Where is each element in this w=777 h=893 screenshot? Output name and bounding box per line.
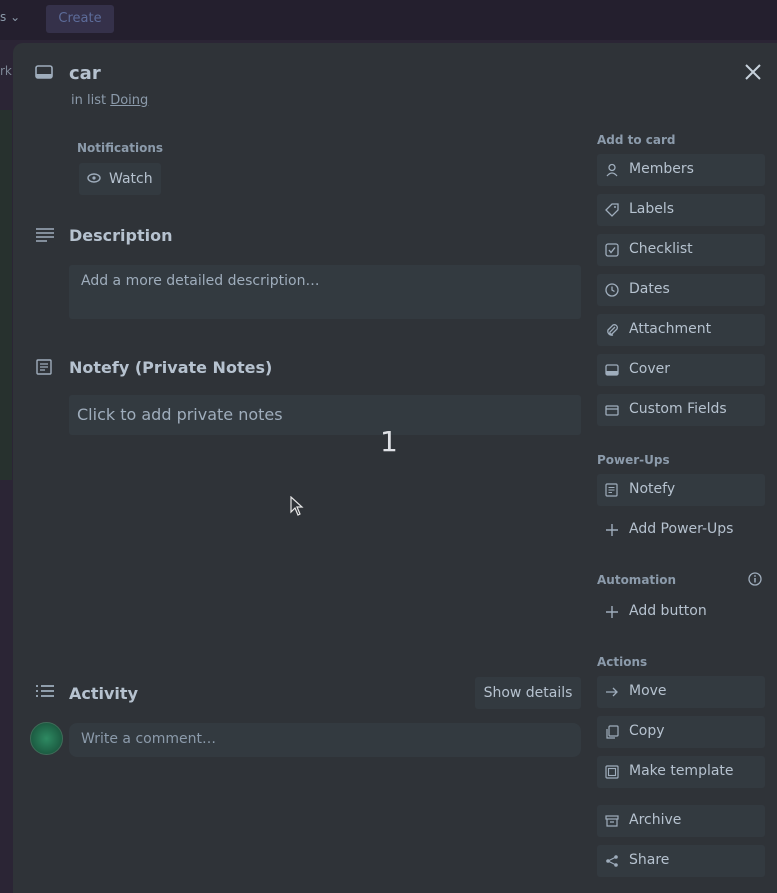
move-button[interactable]: Move	[597, 676, 765, 708]
share-label: Share	[629, 852, 670, 868]
members-label: Members	[629, 161, 694, 177]
arrow-right-icon	[606, 687, 618, 697]
card-list-info: in list Doing	[71, 93, 148, 108]
attachment-button[interactable]: Attachment	[597, 314, 765, 346]
archive-button[interactable]: Archive	[597, 805, 765, 837]
add-to-card-label: Add to card	[597, 133, 676, 147]
cover-icon	[605, 364, 619, 376]
plus-icon	[606, 524, 618, 536]
move-label: Move	[629, 683, 667, 699]
board-partial-label: rk	[0, 64, 12, 78]
avatar[interactable]	[30, 722, 63, 755]
archive-label: Archive	[629, 812, 682, 828]
notefy-label: Notefy	[629, 481, 676, 497]
description-placeholder: Add a more detailed description…	[81, 273, 320, 289]
add-powerups-button[interactable]: Add Power-Ups	[597, 514, 765, 546]
notefy-icon	[605, 483, 618, 497]
dates-button[interactable]: Dates	[597, 274, 765, 306]
share-button[interactable]: Share	[597, 845, 765, 877]
copy-icon	[606, 725, 619, 739]
plus-icon	[606, 606, 618, 618]
activity-title: Activity	[69, 684, 138, 703]
mouse-cursor-icon	[290, 496, 304, 516]
make-template-button[interactable]: Make template	[597, 756, 765, 788]
show-details-button[interactable]: Show details	[475, 677, 581, 709]
checkbox-icon	[605, 243, 619, 257]
checklist-label: Checklist	[629, 241, 693, 257]
watch-button[interactable]: Watch	[79, 163, 161, 195]
clock-icon	[605, 283, 619, 297]
share-icon	[606, 855, 618, 867]
comment-placeholder: Write a comment…	[81, 731, 216, 747]
add-powerups-label: Add Power-Ups	[629, 521, 734, 537]
custom-fields-button[interactable]: Custom Fields	[597, 394, 765, 426]
card-title[interactable]: car	[69, 63, 101, 84]
template-icon	[605, 765, 619, 779]
info-icon[interactable]	[748, 572, 762, 586]
watch-label: Watch	[109, 171, 153, 187]
activity-icon	[36, 685, 54, 697]
description-icon	[36, 228, 54, 242]
in-list-prefix: in list	[71, 93, 111, 108]
notifications-label: Notifications	[77, 141, 164, 155]
archive-icon	[605, 815, 619, 827]
close-icon[interactable]	[743, 62, 763, 82]
actions-label: Actions	[597, 655, 648, 669]
private-notes-editor[interactable]: Click to add private notes	[69, 395, 581, 435]
notefy-button[interactable]: Notefy	[597, 474, 765, 506]
card-detail-modal: car in list Doing Notifications Watch De…	[13, 43, 777, 893]
description-editor[interactable]: Add a more detailed description…	[69, 265, 581, 319]
chevron-down-icon[interactable]: s ⌄	[0, 10, 20, 24]
checklist-button[interactable]: Checklist	[597, 234, 765, 266]
powerups-label: Power-Ups	[597, 453, 670, 467]
add-button-label: Add button	[629, 603, 707, 619]
comment-input[interactable]: Write a comment…	[69, 723, 581, 757]
notefy-title: Notefy (Private Notes)	[69, 358, 273, 377]
list-link[interactable]: Doing	[110, 93, 148, 108]
attachment-label: Attachment	[629, 321, 712, 337]
automation-label: Automation	[597, 573, 677, 587]
custom-fields-icon	[605, 405, 619, 416]
labels-label: Labels	[629, 201, 675, 217]
board-list-strip	[0, 110, 12, 480]
labels-button[interactable]: Labels	[597, 194, 765, 226]
cover-button[interactable]: Cover	[597, 354, 765, 386]
private-notes-placeholder: Click to add private notes	[77, 405, 283, 424]
notefy-section-icon	[36, 359, 52, 375]
description-title: Description	[69, 226, 173, 245]
eye-icon	[87, 173, 101, 183]
overlay-number: 1	[380, 425, 398, 458]
custom-fields-label: Custom Fields	[629, 401, 727, 417]
copy-label: Copy	[629, 723, 665, 739]
members-button[interactable]: Members	[597, 154, 765, 186]
card-icon	[35, 65, 53, 79]
add-button-button[interactable]: Add button	[597, 596, 765, 628]
board-topbar: s ⌄ Create	[0, 0, 777, 40]
dates-label: Dates	[629, 281, 670, 297]
copy-button[interactable]: Copy	[597, 716, 765, 748]
make-template-label: Make template	[629, 763, 734, 779]
paperclip-icon	[607, 324, 618, 336]
create-button[interactable]: Create	[46, 5, 114, 33]
cover-label: Cover	[629, 361, 670, 377]
person-icon	[606, 163, 618, 177]
tag-icon	[605, 203, 619, 217]
